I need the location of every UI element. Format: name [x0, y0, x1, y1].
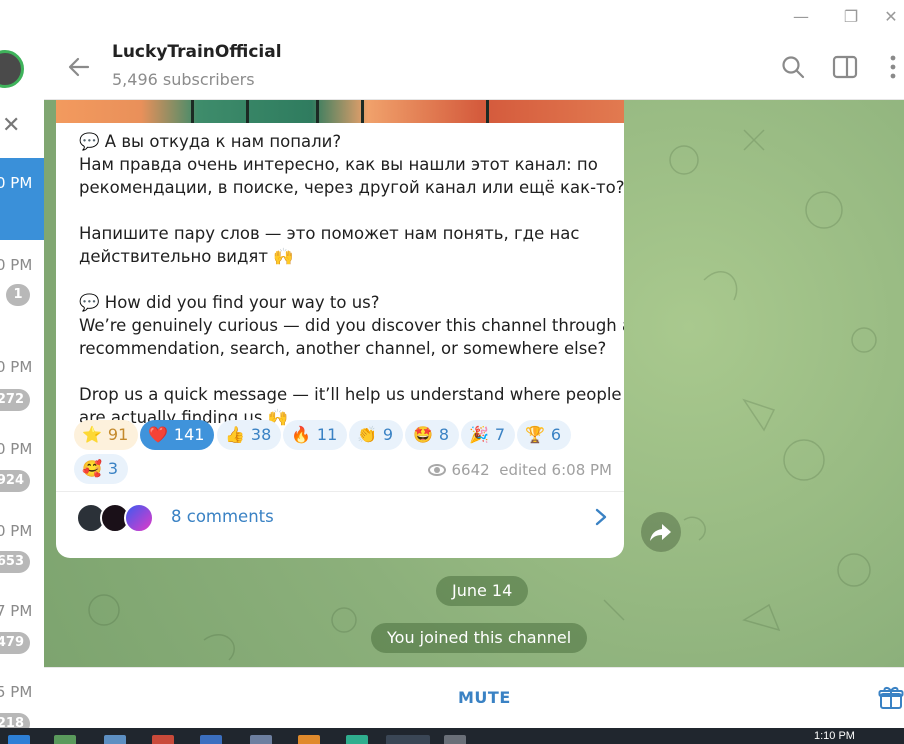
reaction-count: 11: [316, 425, 338, 444]
taskbar-app[interactable]: [200, 735, 222, 744]
reaction-thumbs-up[interactable]: 👍 38: [217, 420, 282, 450]
service-message: You joined this channel: [371, 623, 588, 653]
more-icon[interactable]: [880, 54, 904, 80]
star-struck-icon: 🤩: [413, 425, 433, 444]
reaction-count: 8: [438, 425, 450, 444]
gift-icon[interactable]: [878, 684, 904, 710]
taskbar-app[interactable]: [8, 735, 30, 744]
chat-list-time: 0 PM: [0, 522, 33, 540]
comments-label[interactable]: 8 comments: [171, 507, 274, 526]
unread-badge: 1: [6, 284, 30, 306]
bottom-bar: MUTE: [44, 667, 904, 728]
unread-badge: 218: [0, 713, 30, 728]
taskbar-app[interactable]: [250, 735, 272, 744]
unread-badge: 924: [0, 470, 30, 492]
unread-badge: 479: [0, 632, 30, 654]
reaction-star-struck[interactable]: 🤩 8: [405, 420, 460, 450]
os-taskbar: 1:10 PM: [0, 728, 904, 744]
taskbar-clock: 1:10 PM: [814, 730, 855, 742]
smiling-hearts-icon: 🥰: [82, 459, 102, 478]
taskbar-app[interactable]: [298, 735, 320, 744]
post-image[interactable]: [56, 100, 624, 123]
mute-button[interactable]: MUTE: [458, 688, 511, 707]
avatar[interactable]: [0, 50, 24, 88]
reaction-clap[interactable]: 👏 9: [349, 420, 404, 450]
fire-icon: 🔥: [291, 425, 311, 444]
reaction-trophy[interactable]: 🏆 6: [517, 420, 572, 450]
subscriber-count: 5,496 subscribers: [112, 70, 255, 89]
search-icon[interactable]: [780, 54, 806, 80]
taskbar-app[interactable]: [54, 735, 76, 744]
message-line: recommendation, search, another channel,…: [79, 339, 607, 358]
message-line: рекомендации, в поиске, через другой кан…: [79, 178, 624, 197]
party-popper-icon: 🎉: [469, 425, 489, 444]
chat-list-time: 7 PM: [0, 602, 33, 620]
reaction-count: 7: [494, 425, 506, 444]
reaction-count: 9: [382, 425, 394, 444]
thumbs-up-icon: 👍: [225, 425, 245, 444]
chat-list-sidebar: ✕ 0 PM 0 PM 1 0 PM 272 0 PM 924 0 PM 653…: [0, 32, 44, 728]
view-count: 6642: [451, 461, 490, 479]
message-line: Напишите пару слов — это поможет нам пон…: [79, 224, 580, 243]
reaction-count: 3: [107, 459, 119, 478]
reaction-star[interactable]: ⭐ 91: [74, 420, 139, 450]
trophy-icon: 🏆: [525, 425, 545, 444]
heart-icon: ❤️: [148, 425, 168, 444]
reaction-fire[interactable]: 🔥 11: [283, 420, 348, 450]
reaction-count: 6: [550, 425, 562, 444]
share-button[interactable]: [641, 512, 681, 552]
chat-list-item-active[interactable]: [0, 158, 44, 240]
comments-row[interactable]: 8 comments: [56, 492, 624, 544]
share-icon: [650, 524, 671, 541]
reaction-party[interactable]: 🎉 7: [461, 420, 516, 450]
window-title-bar: — ❐ ✕: [0, 0, 904, 32]
commenter-avatar: [124, 503, 154, 533]
back-arrow-icon[interactable]: [66, 54, 92, 80]
date-separator: June 14: [436, 576, 529, 606]
edited-timestamp: edited 6:08 PM: [499, 461, 612, 479]
close-icon[interactable]: ✕: [2, 114, 26, 138]
message-meta: 6642 edited 6:08 PM: [427, 461, 612, 479]
star-icon: ⭐: [82, 425, 102, 444]
chat-list-time: 0 PM: [0, 358, 33, 376]
reaction-count: 91: [107, 425, 129, 444]
message-line: действительно видят 🙌: [79, 247, 294, 266]
channel-title[interactable]: LuckyTrainOfficial: [112, 42, 282, 62]
unread-badge: 272: [0, 389, 30, 411]
clap-icon: 👏: [357, 425, 377, 444]
sidebar-toggle-icon[interactable]: [832, 54, 858, 80]
chat-list-time: 0 PM: [0, 440, 33, 458]
chat-list-time: 0 PM: [0, 174, 33, 192]
close-window-icon[interactable]: ✕: [876, 6, 904, 28]
message-line: 💬 How did you find your way to us?: [79, 293, 380, 312]
taskbar-app[interactable]: [152, 735, 174, 744]
taskbar-app[interactable]: [444, 735, 466, 744]
minimize-icon[interactable]: —: [786, 6, 816, 28]
taskbar-app[interactable]: [346, 735, 368, 744]
chat-area: 💬 А вы откуда к нам попали? Нам правда о…: [44, 100, 904, 667]
message-line: We’re genuinely curious — did you discov…: [79, 316, 624, 335]
message-line: Drop us a quick message — it’ll help us …: [79, 385, 622, 404]
unread-badge: 653: [0, 551, 30, 573]
chat-header: LuckyTrainOfficial 5,496 subscribers: [44, 32, 904, 100]
chat-list-time: 0 PM: [0, 256, 33, 274]
eye-icon: [427, 464, 446, 476]
message-line: 💬 А вы откуда к нам попали?: [79, 132, 342, 151]
taskbar-app-active[interactable]: [386, 735, 430, 744]
restore-icon[interactable]: ❐: [836, 6, 866, 28]
chevron-right-icon[interactable]: [594, 507, 608, 527]
reaction-smiling-hearts[interactable]: 🥰 3: [74, 454, 129, 484]
message-line: Нам правда очень интересно, как вы нашли…: [79, 155, 598, 174]
reaction-heart[interactable]: ❤️ 141: [140, 420, 215, 450]
reaction-count: 38: [250, 425, 272, 444]
reaction-count: 141: [173, 425, 205, 444]
taskbar-app[interactable]: [104, 735, 126, 744]
chat-list-time: 5 PM: [0, 683, 33, 701]
channel-post-bubble: 💬 А вы откуда к нам попали? Нам правда о…: [56, 100, 624, 558]
